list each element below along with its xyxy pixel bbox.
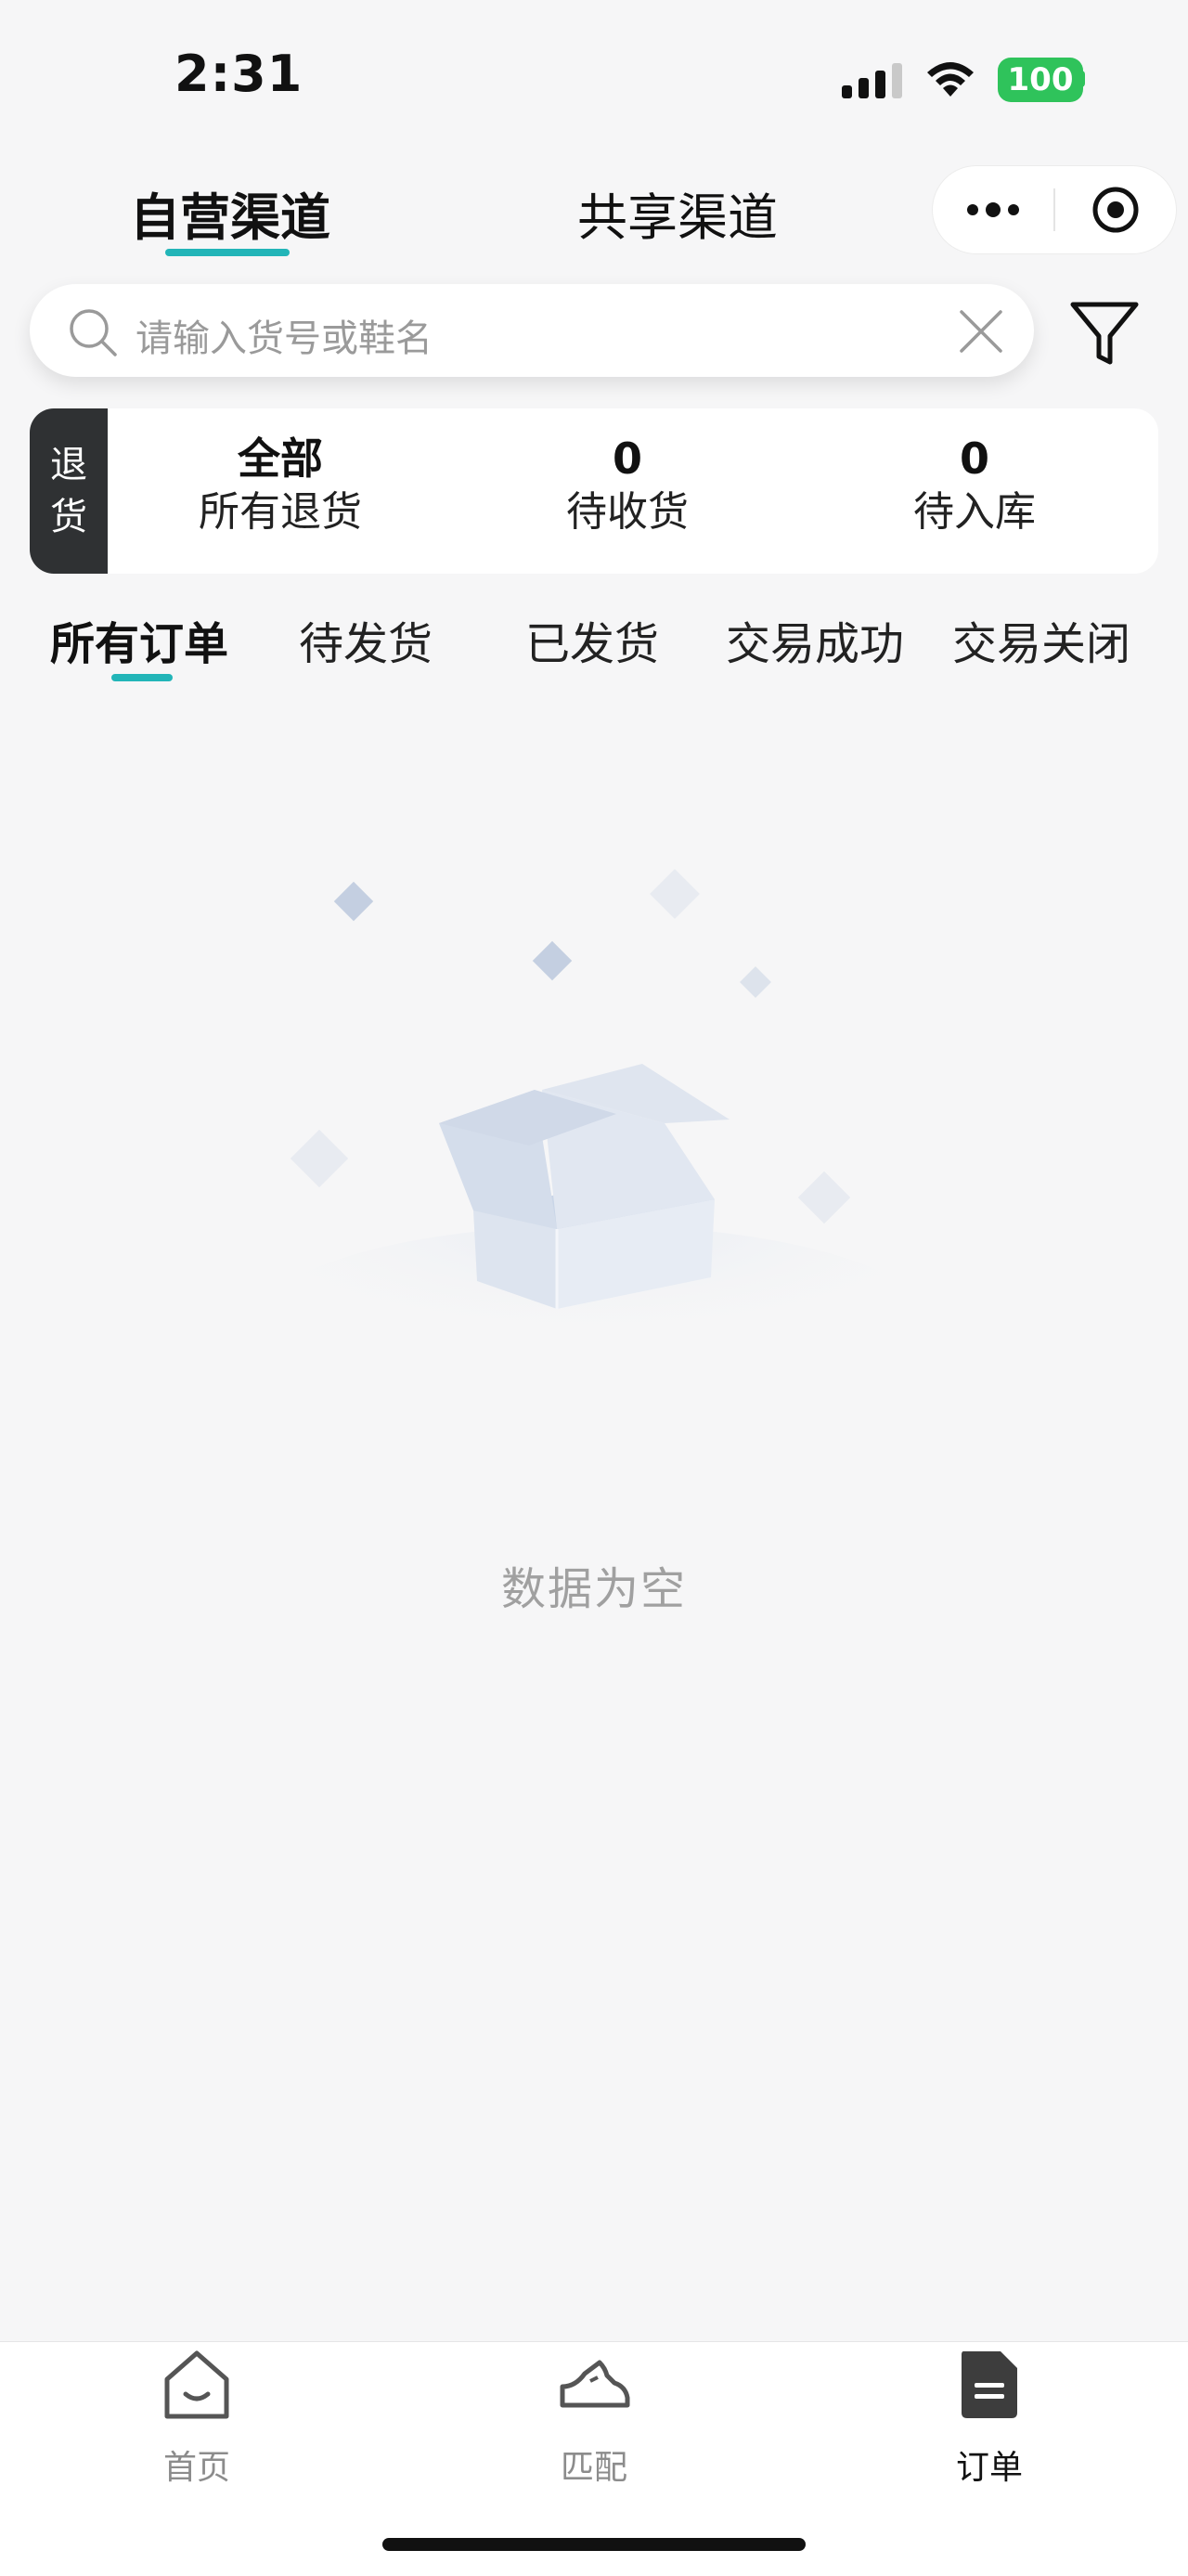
stat-value: 0 (959, 434, 989, 484)
tab-shipped[interactable]: 已发货 (525, 607, 659, 672)
stat-label: 待收货 (566, 488, 689, 536)
close-mini-program-button[interactable] (1055, 166, 1176, 253)
search-bar[interactable]: 请输入货号或鞋名 (30, 284, 1034, 377)
nav-item-home[interactable]: 首页 (104, 2342, 290, 2491)
clear-icon[interactable] (958, 308, 1004, 355)
more-dots-icon (967, 202, 1019, 217)
nav-label-match: 匹配 (560, 2449, 627, 2487)
wifi-icon (927, 62, 974, 97)
stat-label: 待入库 (913, 488, 1036, 536)
stat-pending-receipt[interactable]: 0 待收货 (507, 434, 748, 540)
returns-summary-card: 退 货 全部 所有退货 0 待收货 0 待入库 (30, 408, 1158, 574)
tab-closed[interactable]: 交易关闭 (952, 607, 1130, 672)
nav-label-home: 首页 (162, 2449, 230, 2487)
tab-shared-channel[interactable]: 共享渠道 (577, 176, 778, 250)
home-icon (164, 2350, 229, 2419)
tab-pending-shipment[interactable]: 待发货 (299, 607, 433, 672)
stat-pending-storage[interactable]: 0 待入库 (854, 434, 1095, 540)
stat-value: 全部 (238, 434, 323, 484)
stat-all-returns[interactable]: 全部 所有退货 (160, 434, 401, 540)
cellular-signal-icon (842, 63, 902, 98)
stat-label: 所有退货 (199, 488, 362, 536)
tab-all-orders[interactable]: 所有订单 (50, 607, 228, 672)
nav-item-match[interactable]: 匹配 (501, 2342, 687, 2491)
mini-program-capsule (932, 165, 1177, 254)
battery-cap (1079, 71, 1085, 87)
search-input[interactable]: 请输入货号或鞋名 (136, 308, 433, 362)
more-button[interactable] (933, 166, 1053, 253)
order-icon (962, 2351, 1017, 2418)
home-indicator (382, 2538, 806, 2551)
returns-side-label-1: 退 (50, 444, 87, 486)
filter-icon[interactable] (1067, 299, 1142, 369)
empty-box-illustration (251, 869, 937, 1365)
battery-indicator: 100 (998, 58, 1083, 102)
empty-state-message: 数据为空 (500, 1563, 687, 1615)
status-time: 2:31 (174, 45, 303, 103)
nav-item-orders[interactable]: 订单 (897, 2342, 1082, 2491)
stat-value: 0 (612, 434, 642, 484)
order-tab-indicator (111, 674, 173, 681)
nav-label-orders: 订单 (955, 2449, 1023, 2487)
tab-self-operated-channel[interactable]: 自营渠道 (130, 176, 330, 250)
sneaker-icon (560, 2360, 630, 2408)
returns-side-label-2: 货 (50, 496, 87, 538)
target-icon (1092, 187, 1139, 233)
channel-tab-indicator (165, 249, 290, 256)
returns-side-tab[interactable]: 退 货 (30, 408, 108, 574)
search-icon (70, 309, 117, 356)
tab-completed[interactable]: 交易成功 (726, 607, 904, 672)
